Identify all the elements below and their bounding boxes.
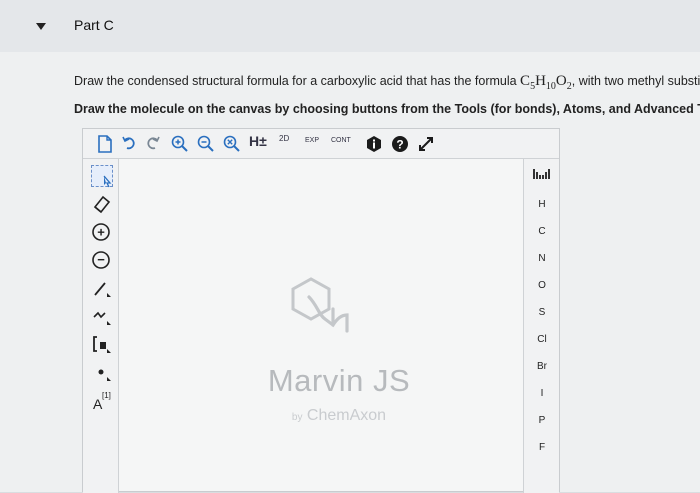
new-document-icon[interactable] <box>97 135 113 153</box>
eraser-icon[interactable] <box>91 193 113 215</box>
zoom-in-icon[interactable] <box>171 135 189 153</box>
question-line-1-suffix: , with two methyl substituen <box>571 74 700 88</box>
clear-icon[interactable] <box>223 135 241 153</box>
atom-button-c[interactable]: C <box>524 226 560 237</box>
expand-button[interactable]: EXP <box>305 137 319 155</box>
undo-icon[interactable] <box>121 135 137 153</box>
atom-button-br[interactable]: Br <box>524 361 560 372</box>
redo-icon[interactable] <box>145 135 161 153</box>
svg-text:?: ? <box>396 138 403 152</box>
question-line-2: Draw the molecule on the canvas by choos… <box>74 102 700 116</box>
atom-button-cl[interactable]: Cl <box>524 334 560 345</box>
atom-button-o[interactable]: O <box>524 280 560 291</box>
atom-button-s[interactable]: S <box>524 307 560 318</box>
top-toolbar: H± 2D EXP CONT ? <box>83 129 559 159</box>
marvin-logo-icon <box>289 275 355 340</box>
part-header[interactable]: Part C <box>0 0 700 52</box>
atom-button-f[interactable]: F <box>524 442 560 453</box>
help-icon[interactable]: ? <box>391 135 409 153</box>
marvin-editor[interactable]: H± 2D EXP CONT ? + − A [1] Marvin JS by … <box>82 128 560 493</box>
svg-text:[1]: [1] <box>102 391 111 400</box>
atom-button-n[interactable]: N <box>524 253 560 264</box>
svg-text:−: − <box>97 252 105 267</box>
question-line-1-prefix: Draw the condensed structural formula fo… <box>74 74 521 88</box>
fullscreen-icon[interactable] <box>417 135 435 153</box>
watermark-vendor: by ChemAxon <box>291 407 387 424</box>
svg-text:+: + <box>97 225 105 240</box>
atoms-toolbar: H C N O S Cl Br I P F <box>523 159 559 493</box>
clean-2d-button[interactable]: 2D <box>279 134 289 152</box>
question-line-1: Draw the condensed structural formula fo… <box>74 70 700 98</box>
positive-charge-icon[interactable]: + <box>91 221 113 243</box>
atom-button-h[interactable]: H <box>524 199 560 210</box>
info-icon[interactable] <box>365 135 383 153</box>
left-toolbar: + − A [1] <box>83 159 119 493</box>
sgroup-bracket-icon[interactable] <box>91 333 113 355</box>
periodic-table-icon[interactable] <box>524 167 560 184</box>
hydrogen-toggle-button[interactable]: H± <box>249 133 267 151</box>
atom-button-i[interactable]: I <box>524 388 560 399</box>
single-bond-icon[interactable] <box>91 277 113 299</box>
zoom-out-icon[interactable] <box>197 135 215 153</box>
reaction-arrow-icon[interactable] <box>91 361 113 383</box>
collapse-caret-icon[interactable] <box>36 23 46 30</box>
contract-button[interactable]: CONT <box>331 137 351 155</box>
atom-button-p[interactable]: P <box>524 415 560 426</box>
negative-charge-icon[interactable]: − <box>91 249 113 271</box>
atom-map-tool-icon[interactable]: A [1] <box>91 387 117 413</box>
drawing-canvas[interactable]: Marvin JS by ChemAxon <box>119 159 523 491</box>
watermark-product-name: Marvin JS <box>267 363 411 398</box>
question-text: Draw the condensed structural formula fo… <box>74 70 700 120</box>
molecular-formula: C5H10O2 <box>520 73 572 92</box>
selection-tool-icon[interactable] <box>91 165 113 188</box>
part-title: Part C <box>74 17 114 33</box>
chain-tool-icon[interactable] <box>91 305 113 327</box>
